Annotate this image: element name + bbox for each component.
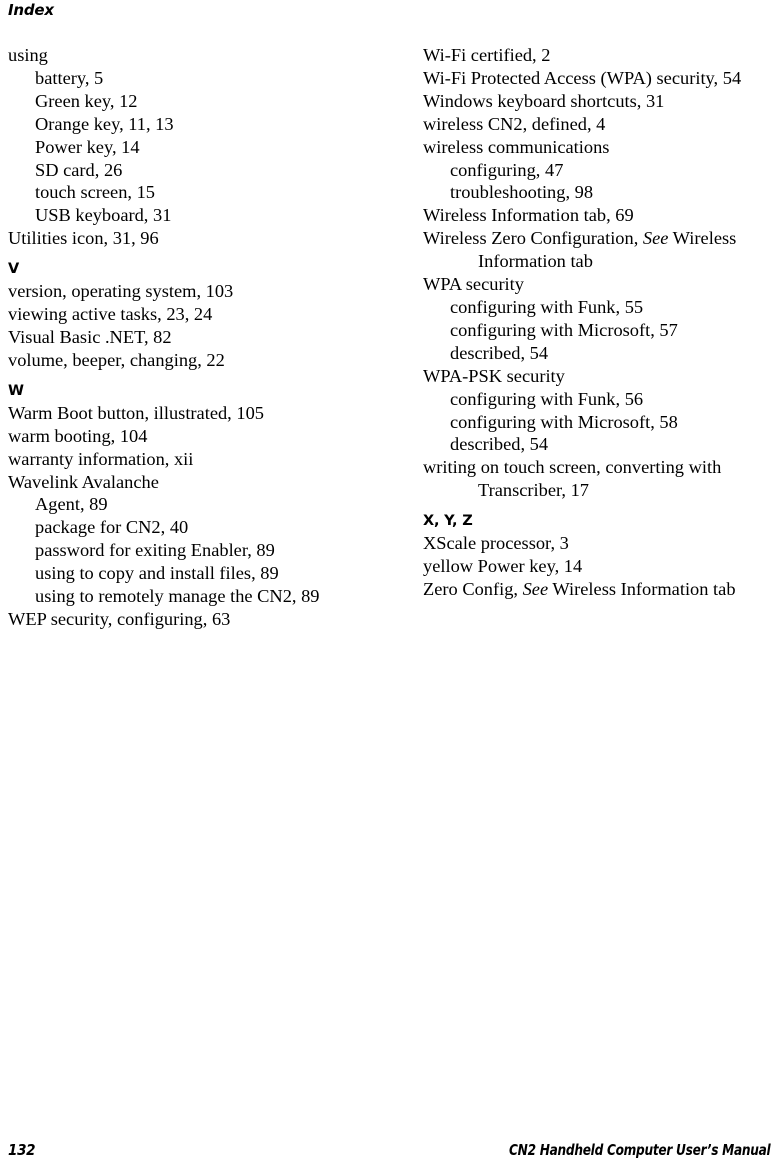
index-entry: Orange key, 11, 13 (35, 113, 174, 134)
footer-page-number: 132 (8, 1141, 36, 1159)
index-entry: Wi-Fi certified, 2 (423, 45, 551, 65)
index-entry: Wireless Zero Configuration, See Wireles… (423, 228, 741, 272)
index-entry: yellow Power key, 14 (423, 556, 583, 577)
letter-heading: V (8, 261, 20, 278)
index-entry: wireless communications (423, 136, 610, 157)
index-entry: described, 54 (450, 342, 549, 363)
index-entry: configuring with Funk, 56 (450, 388, 644, 409)
index-entry: WEP security, configuring, 63 (8, 608, 231, 629)
index-entry: Wireless Information tab, 69 (423, 205, 634, 226)
index-entry: USB keyboard, 31 (35, 205, 172, 226)
index-entry: Windows keyboard shortcuts, 31 (423, 90, 665, 111)
index-entry: writing on touch screen, converting with… (423, 457, 726, 501)
cross-reference-see: See (642, 228, 669, 249)
index-entry: described, 54 (450, 434, 549, 455)
index-entry: Warm Boot button, illustrated, 105 (8, 402, 264, 423)
index-entry: warm booting, 104 (8, 425, 148, 446)
index-entry: troubleshooting, 98 (450, 182, 594, 203)
index-entry: Wavelink Avalanche (8, 471, 159, 492)
index-entry: WPA-PSK security (423, 365, 565, 386)
index-entry: using to copy and install files, 89 (35, 563, 279, 584)
index-columns: using battery, 5 Green key, 12 Orange key, … (0, 44, 775, 1084)
index-entry: configuring with Microsoft, 58 (450, 411, 678, 432)
index-entry: Utilities icon, 31, 96 (8, 228, 159, 249)
index-entry: Agent, 89 (35, 494, 108, 515)
index-entry: WPA security (423, 274, 524, 295)
index-entry: Green key, 12 (35, 90, 138, 111)
index-entry: Zero Config, See Wireless Information ta… (423, 578, 736, 599)
index-entry: touch screen, 15 (35, 182, 156, 203)
letter-heading: X, Y, Z (423, 513, 473, 530)
index-entry: package for CN2, 40 (35, 517, 189, 538)
index-entry: configuring with Microsoft, 57 (450, 319, 678, 340)
index-entry: battery, 5 (35, 67, 104, 88)
running-head: Index (8, 1, 54, 19)
index-entry: viewing active tasks, 23, 24 (8, 304, 213, 325)
footer-manual-title: CN2 Handheld Computer User’s Manual (508, 1141, 771, 1159)
index-entry: version, operating system, 103 (8, 281, 234, 302)
index-entry: Visual Basic .NET, 82 (8, 326, 172, 347)
cross-reference-see: See (522, 578, 549, 599)
index-column-left: using battery, 5 Green key, 12 Orange key, … (8, 44, 360, 631)
index-entry: using (8, 45, 48, 65)
index-entry: wireless CN2, defined, 4 (423, 113, 606, 134)
index-entry: using to remotely manage the CN2, 89 (35, 586, 320, 607)
index-column-right: Wi-Fi certified, 2 Wi-Fi Protected Access… (423, 44, 775, 601)
index-entry: Power key, 14 (35, 136, 140, 157)
letter-heading: W (8, 382, 24, 399)
index-entry: configuring with Funk, 55 (450, 296, 644, 317)
index-entry: volume, beeper, changing, 22 (8, 349, 225, 370)
index-entry: SD card, 26 (35, 159, 123, 180)
page-footer: 132 CN2 Handheld Computer User’s Manual (0, 1139, 775, 1165)
index-entry: password for exiting Enabler, 89 (35, 540, 275, 561)
index-entry: Wi-Fi Protected Access (WPA) security, 5… (423, 67, 742, 88)
index-entry: XScale processor, 3 (423, 533, 569, 554)
index-entry: warranty information, xii (8, 448, 194, 469)
index-entry: configuring, 47 (450, 159, 564, 180)
